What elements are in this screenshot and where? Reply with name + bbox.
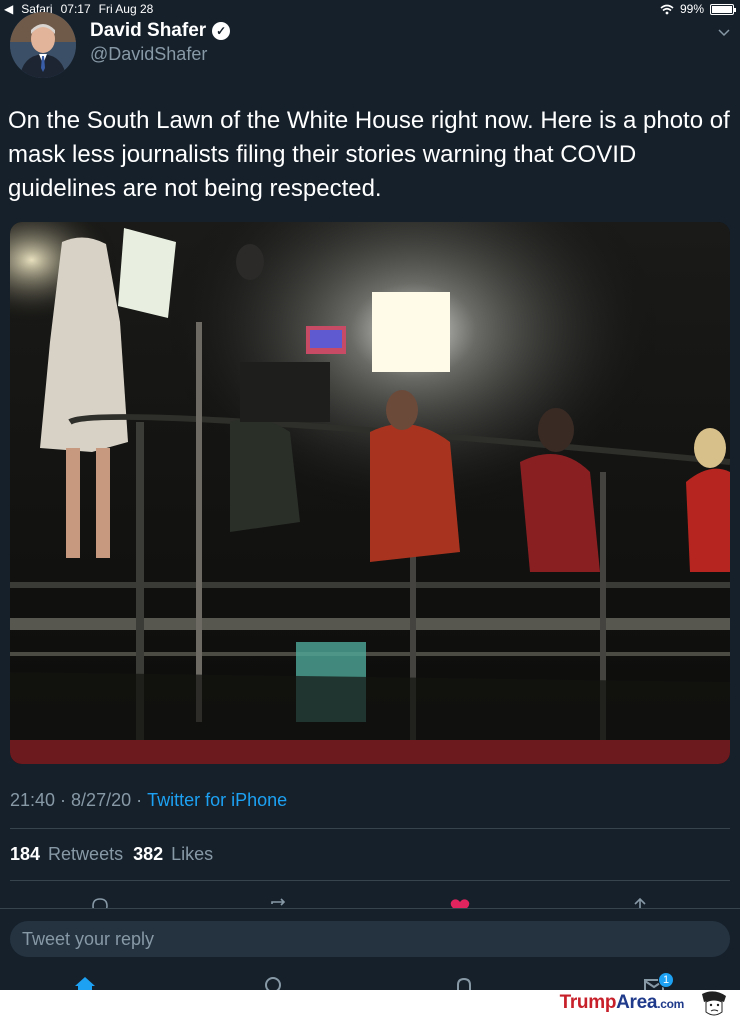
tab-bar [0,968,740,992]
author-name[interactable]: David Shafer [90,20,206,42]
watermark-strip: TrumpArea.com [0,990,740,1016]
retweets-count[interactable]: 184 [10,844,40,865]
messages-badge: 1 [658,972,674,988]
tweet-text: On the South Lawn of the White House rig… [8,107,730,202]
status-time: 07:17 [60,2,91,16]
verified-check-icon: ✓ [212,22,231,40]
chevron-down-icon[interactable] [716,24,732,40]
likes-label[interactable]: Likes [171,844,213,865]
watermark-part2: Area [616,992,658,1013]
tweet-source-link[interactable]: Twitter for iPhone [147,790,287,811]
watermark-logo: TrumpArea.com [559,992,685,1014]
avatar[interactable] [10,12,76,78]
divider [10,880,730,881]
status-date: Fri Aug 28 [98,2,154,16]
tweet-time: 21:40 [10,790,56,810]
status-bar: ◀ Safari 07:17 Fri Aug 28 99% [0,0,740,18]
tweet-author[interactable]: David Shafer ✓ @DavidShafer [90,20,231,65]
battery-percent: 99% [679,2,704,16]
cartoon-face-icon [702,991,726,1016]
tweet-meta: 21:40 · 8/27/20 · Twitter for iPhone [10,790,287,811]
wifi-icon [660,4,674,14]
likes-count[interactable]: 382 [133,844,163,865]
meta-separator: · [136,790,143,810]
status-bar-right: 99% [660,2,736,16]
meta-separator: · [60,790,67,810]
watermark-part3: .com [657,997,684,1011]
tweet-photo[interactable] [10,222,730,764]
status-bar-left: ◀ Safari 07:17 Fri Aug 28 [4,2,153,16]
author-name-row: David Shafer ✓ [90,20,231,42]
reply-input[interactable] [10,921,730,957]
tweet-stats: 184 Retweets 382 Likes [10,844,215,865]
retweets-label[interactable]: Retweets [48,844,123,865]
author-handle[interactable]: @DavidShafer [90,44,230,65]
divider [10,828,730,829]
watermark-part1: Trump [559,992,617,1013]
tweet-date: 8/27/20 [71,790,132,810]
back-triangle-icon[interactable]: ◀ [4,2,13,16]
battery-icon [710,3,736,15]
